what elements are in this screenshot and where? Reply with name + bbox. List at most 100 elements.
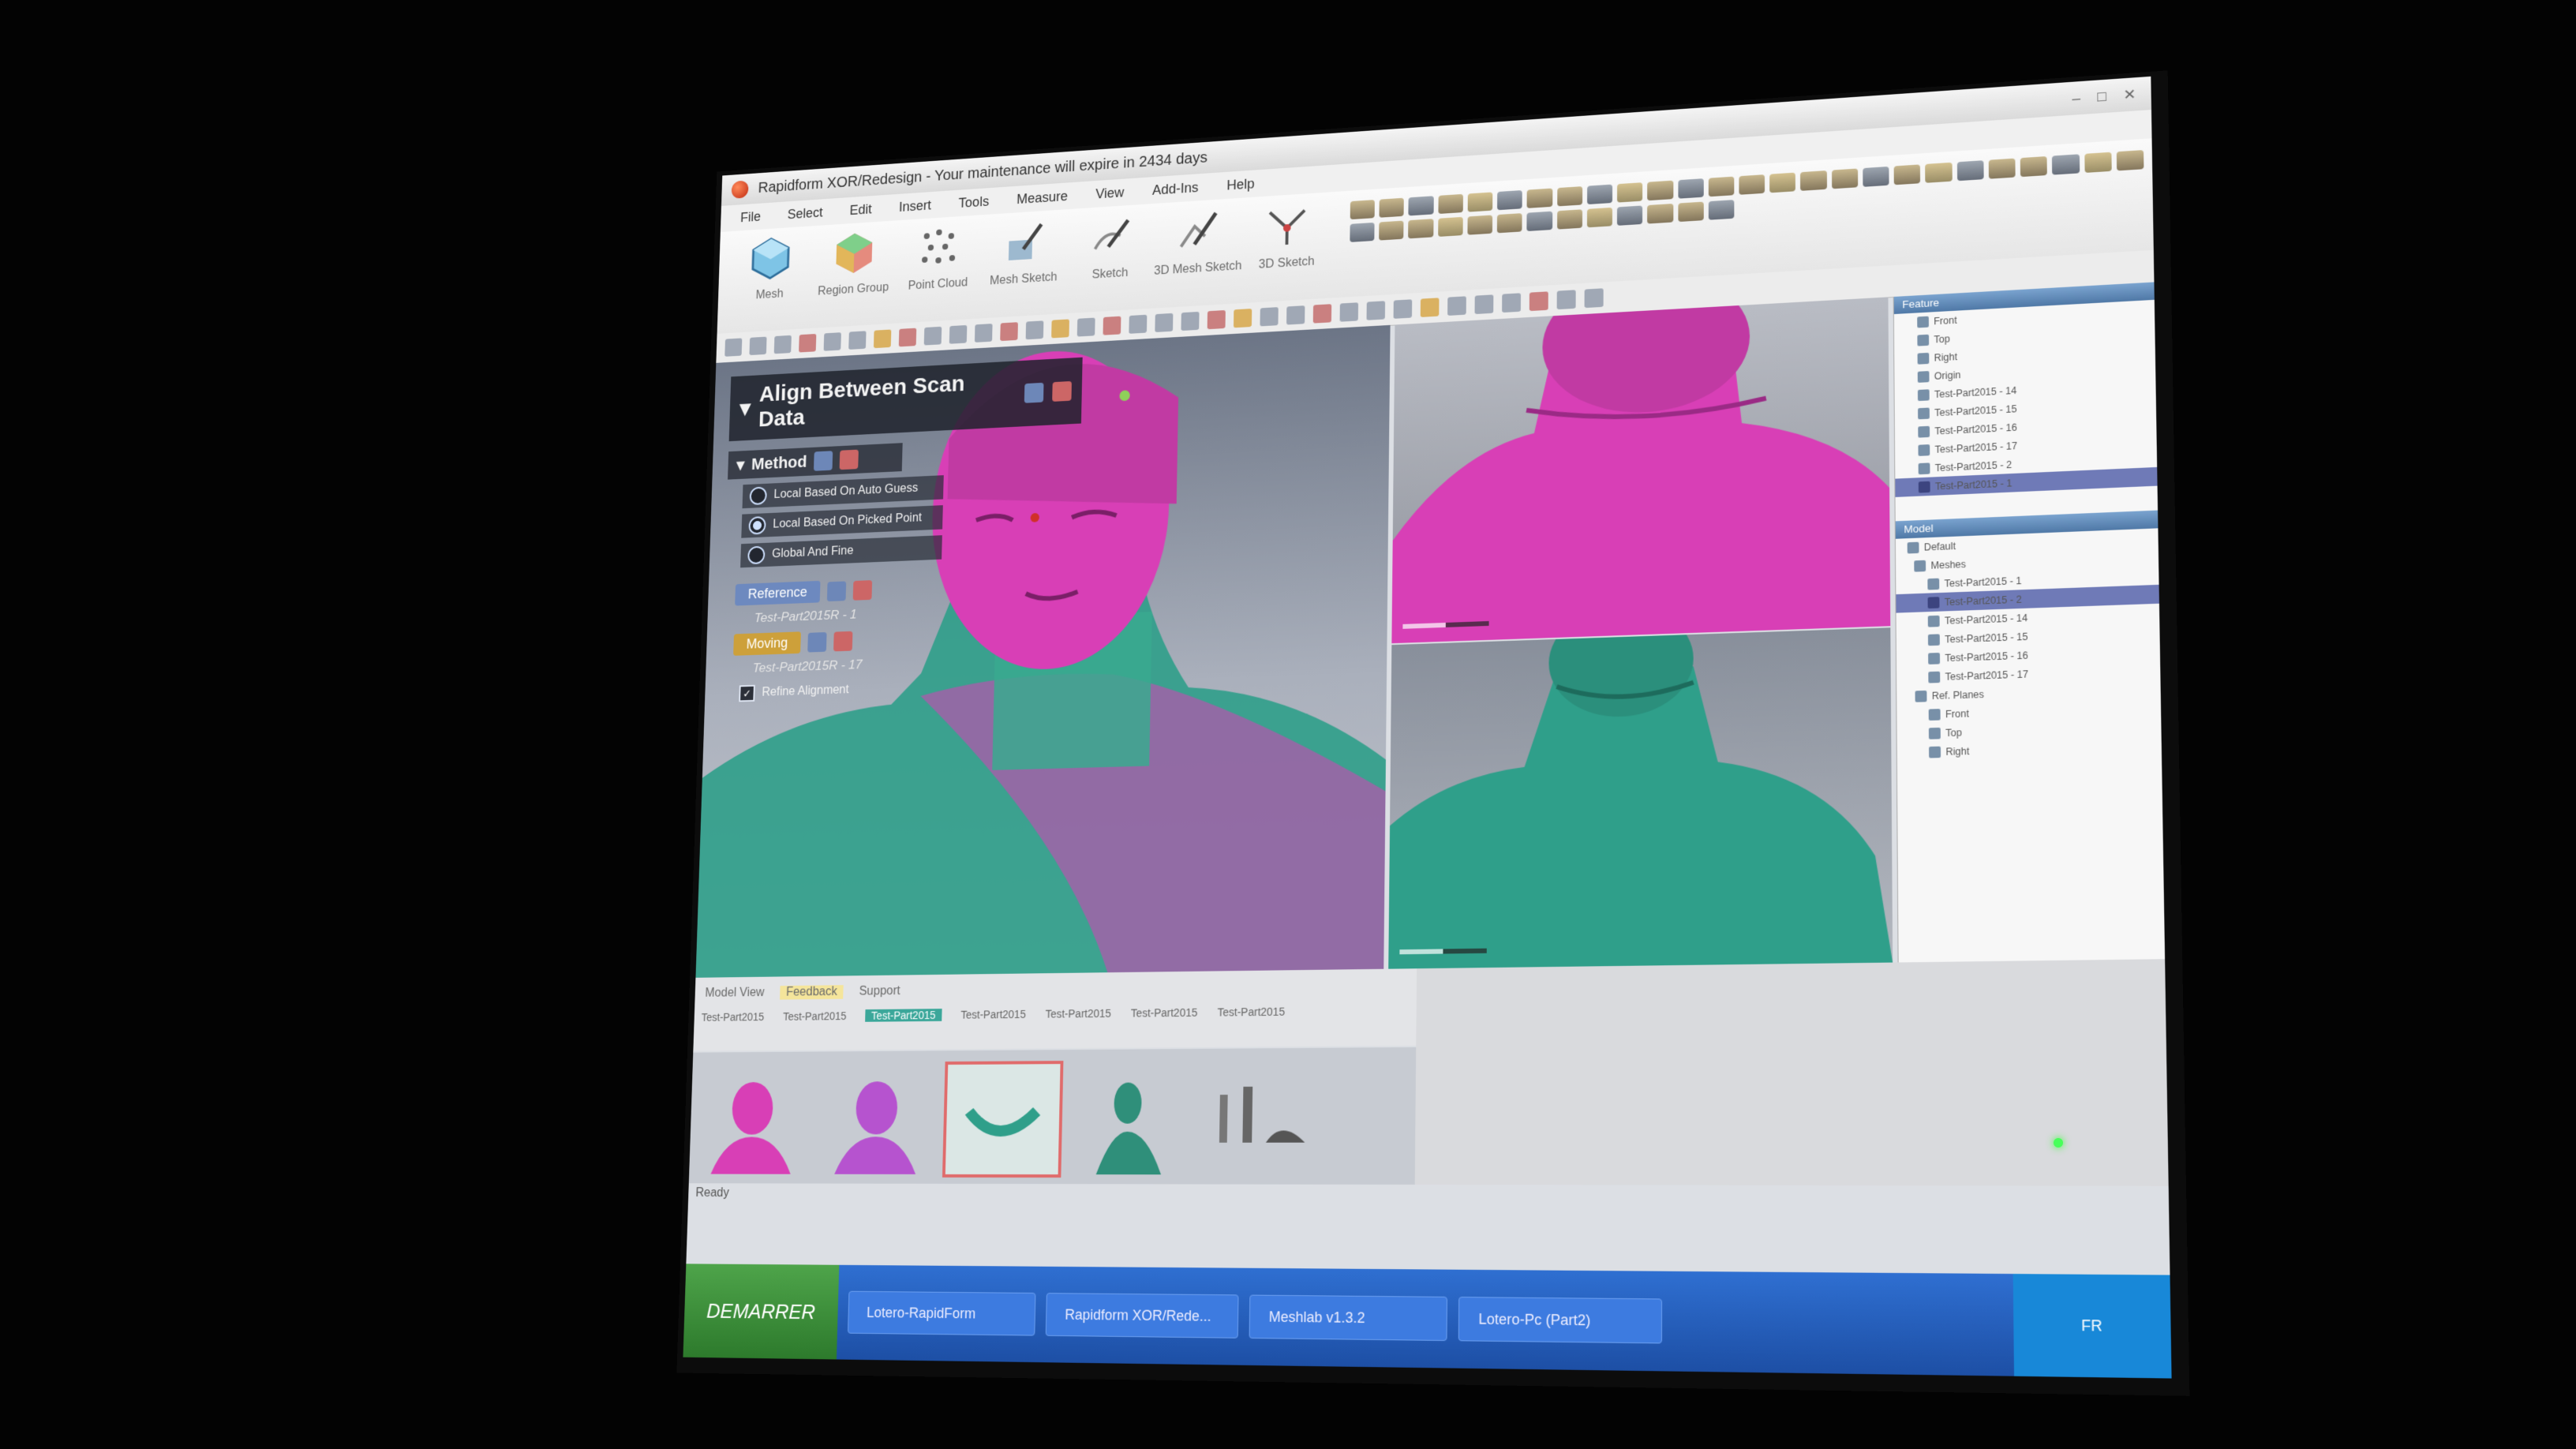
menu-tools[interactable]: Tools bbox=[958, 193, 989, 211]
menu-file[interactable]: File bbox=[740, 208, 761, 225]
tool-icon[interactable] bbox=[1556, 209, 1582, 230]
menu-insert[interactable]: Insert bbox=[899, 197, 931, 215]
zoom-fit-icon[interactable] bbox=[1051, 319, 1069, 339]
thumbnail-scan-pink[interactable] bbox=[696, 1065, 808, 1174]
undo-icon[interactable] bbox=[848, 331, 867, 350]
tab-model-view[interactable]: Model View bbox=[705, 986, 765, 1000]
tab-support[interactable]: Support bbox=[859, 984, 900, 998]
method-option-auto-guess[interactable]: Local Based On Auto Guess bbox=[742, 475, 944, 509]
reference-selector[interactable]: Reference bbox=[735, 580, 821, 606]
tool-icon[interactable] bbox=[1956, 160, 1984, 182]
document-tab[interactable]: Test-Part2015 bbox=[783, 1009, 847, 1022]
record-icon[interactable] bbox=[749, 336, 767, 356]
tool-icon[interactable] bbox=[1467, 192, 1493, 212]
radio-button[interactable] bbox=[747, 545, 766, 565]
tool-icon[interactable] bbox=[2084, 152, 2112, 174]
minimize-button[interactable]: – bbox=[2072, 90, 2080, 107]
filter-icon[interactable] bbox=[1420, 298, 1440, 317]
tool-icon[interactable] bbox=[1350, 200, 1376, 220]
document-tab[interactable]: Test-Part2015 bbox=[1131, 1006, 1198, 1020]
menu-view[interactable]: View bbox=[1095, 185, 1125, 202]
taskbar-item[interactable]: Meshlab v1.3.2 bbox=[1249, 1294, 1447, 1342]
select-icon[interactable] bbox=[923, 326, 942, 346]
pick-icon[interactable] bbox=[807, 631, 827, 653]
zoom-in-icon[interactable] bbox=[1000, 322, 1018, 342]
tool-icon[interactable] bbox=[1526, 211, 1552, 232]
tool-icon[interactable] bbox=[1437, 216, 1463, 237]
tool-icon[interactable] bbox=[1647, 204, 1673, 224]
tool-icon[interactable] bbox=[2116, 150, 2144, 171]
stop-icon[interactable] bbox=[898, 328, 917, 347]
menu-edit[interactable]: Edit bbox=[849, 201, 872, 218]
reset-icon[interactable] bbox=[839, 449, 859, 470]
tool-icon[interactable] bbox=[2020, 155, 2048, 178]
thumbnail-scan-teal[interactable] bbox=[1073, 1063, 1190, 1175]
document-tab[interactable]: Test-Part2015 bbox=[1045, 1007, 1111, 1020]
close-button[interactable]: ✕ bbox=[2123, 86, 2136, 103]
tool-icon[interactable] bbox=[1586, 184, 1613, 205]
ok-button[interactable] bbox=[1024, 382, 1044, 403]
taskbar-item[interactable]: Lotero-Pc (Part2) bbox=[1458, 1297, 1663, 1344]
taskbar-item[interactable]: Lotero-RapidForm bbox=[847, 1290, 1036, 1336]
tab-feedback[interactable]: Feedback bbox=[780, 985, 844, 1000]
maximize-button[interactable]: □ bbox=[2097, 88, 2106, 105]
view-icon[interactable] bbox=[1312, 304, 1332, 324]
help-icon[interactable] bbox=[814, 451, 833, 471]
region-group-button[interactable]: Region Group bbox=[811, 220, 897, 324]
collapse-arrow-icon[interactable]: ▾ bbox=[739, 395, 751, 421]
document-tab[interactable]: Test-Part2015 bbox=[702, 1010, 765, 1023]
tool-icon[interactable] bbox=[1893, 164, 1921, 185]
document-tab[interactable]: Test-Part2015 bbox=[960, 1008, 1026, 1021]
menu-help[interactable]: Help bbox=[1226, 176, 1254, 193]
tool-icon[interactable] bbox=[1739, 174, 1765, 195]
display-mode-icon[interactable] bbox=[1129, 314, 1148, 334]
radio-button-selected[interactable] bbox=[748, 516, 766, 535]
menu-measure[interactable]: Measure bbox=[1017, 188, 1068, 207]
menu-add-ins[interactable]: Add-Ins bbox=[1152, 179, 1199, 198]
document-tab-active[interactable]: Test-Part2015 bbox=[865, 1009, 942, 1022]
new-file-icon[interactable] bbox=[724, 338, 743, 357]
filter-icon[interactable] bbox=[1556, 290, 1576, 310]
system-tray[interactable]: FR bbox=[2012, 1274, 2172, 1379]
mesh-sketch-button[interactable]: Mesh Sketch bbox=[979, 209, 1068, 314]
tool-icon[interactable] bbox=[1556, 186, 1582, 207]
display-mode-icon[interactable] bbox=[1155, 313, 1174, 332]
tool-icon[interactable] bbox=[1708, 200, 1735, 220]
save-icon[interactable] bbox=[773, 335, 792, 354]
cancel-button[interactable] bbox=[1052, 380, 1072, 402]
tool-icon[interactable] bbox=[1526, 188, 1552, 208]
tool-icon[interactable] bbox=[1677, 201, 1704, 223]
filter-icon[interactable] bbox=[1447, 296, 1466, 316]
tool-icon[interactable] bbox=[1647, 180, 1673, 201]
select-icon[interactable] bbox=[949, 324, 968, 344]
redo-icon[interactable] bbox=[873, 329, 892, 349]
tool-icon[interactable] bbox=[1708, 176, 1735, 197]
view-icon[interactable] bbox=[1260, 307, 1279, 327]
tool-icon[interactable] bbox=[1925, 162, 1953, 183]
filter-icon[interactable] bbox=[1393, 299, 1413, 319]
radio-button[interactable] bbox=[749, 486, 767, 506]
view-icon[interactable] bbox=[1181, 311, 1200, 331]
3d-mesh-sketch-button[interactable]: 3D Mesh Sketch bbox=[1153, 198, 1243, 304]
menu-select[interactable]: Select bbox=[788, 204, 823, 222]
refine-alignment-checkbox[interactable]: ✓ bbox=[739, 684, 755, 702]
view-icon[interactable] bbox=[1207, 309, 1226, 330]
tool-icon[interactable] bbox=[1586, 207, 1613, 228]
tool-icon[interactable] bbox=[1408, 219, 1434, 239]
method-section-header[interactable]: ▾ Method bbox=[728, 443, 903, 480]
zoom-icon[interactable] bbox=[974, 324, 993, 343]
tool-icon[interactable] bbox=[1438, 193, 1463, 215]
tool-icon[interactable] bbox=[1831, 168, 1859, 189]
rotate-icon[interactable] bbox=[1076, 317, 1095, 337]
tool-icon[interactable] bbox=[1616, 205, 1643, 226]
tool-icon[interactable] bbox=[1379, 197, 1405, 218]
clear-icon[interactable] bbox=[833, 631, 853, 651]
tool-icon[interactable] bbox=[1769, 172, 1796, 193]
thumbnail-scan-fragments[interactable] bbox=[1204, 1062, 1322, 1175]
tool-icon[interactable] bbox=[1496, 213, 1522, 234]
tool-icon[interactable] bbox=[2052, 154, 2080, 175]
view-icon[interactable] bbox=[1366, 301, 1386, 320]
taskbar-item-active[interactable]: Rapidform XOR/Rede... bbox=[1045, 1293, 1239, 1339]
thumbnail-scan-selected[interactable] bbox=[942, 1061, 1064, 1178]
mesh-button[interactable]: Mesh bbox=[727, 226, 813, 328]
